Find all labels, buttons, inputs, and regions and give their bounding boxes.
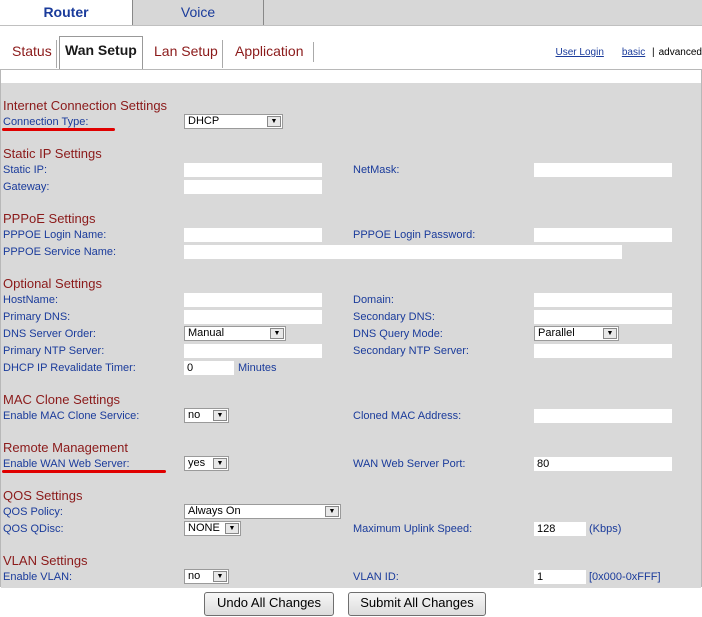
chevron-down-icon: ▼ bbox=[213, 571, 227, 582]
remote-section-title: Remote Management bbox=[3, 440, 129, 455]
mac-clone-section-title: MAC Clone Settings bbox=[3, 392, 121, 407]
max-uplink-input[interactable]: 128 bbox=[534, 522, 586, 536]
dhcp-revalidate-input[interactable]: 0 bbox=[184, 361, 234, 375]
vlan-enable-label: Enable VLAN: bbox=[3, 571, 73, 583]
tab-router[interactable]: Router bbox=[0, 0, 132, 25]
primary-ntp-label: Primary NTP Server: bbox=[3, 345, 105, 357]
mac-clone-enable-select[interactable]: no ▼ bbox=[184, 408, 229, 423]
advanced-link[interactable]: advanced bbox=[659, 47, 702, 58]
chevron-down-icon: ▼ bbox=[267, 116, 281, 127]
pppoe-login-password-input[interactable] bbox=[534, 228, 672, 242]
cloned-mac-label: Cloned MAC Address: bbox=[353, 410, 462, 422]
pppoe-section-title: PPPoE Settings bbox=[3, 211, 96, 226]
tab-voice[interactable]: Voice bbox=[132, 0, 264, 25]
dns-query-mode-select[interactable]: Parallel ▼ bbox=[534, 326, 619, 341]
hostname-input[interactable] bbox=[184, 293, 322, 307]
dhcp-revalidate-label: DHCP IP Revalidate Timer: bbox=[3, 362, 136, 374]
pppoe-service-name-input[interactable] bbox=[184, 245, 622, 259]
chevron-down-icon: ▼ bbox=[603, 328, 617, 339]
qos-policy-label: QOS Policy: bbox=[3, 506, 63, 518]
user-login-link[interactable]: User Login bbox=[556, 47, 604, 58]
secondary-ntp-label: Secondary NTP Server: bbox=[353, 345, 469, 357]
vlan-id-label: VLAN ID: bbox=[353, 571, 399, 583]
pppoe-login-password-label: PPPOE Login Password: bbox=[353, 229, 476, 241]
dns-server-order-select[interactable]: Manual ▼ bbox=[184, 326, 286, 341]
chevron-down-icon: ▼ bbox=[225, 523, 239, 534]
tab-lan-setup[interactable]: Lan Setup bbox=[150, 40, 223, 68]
gateway-label: Gateway: bbox=[3, 181, 50, 193]
chevron-down-icon: ▼ bbox=[325, 506, 339, 517]
tab-divider bbox=[313, 42, 314, 62]
annotation-underline bbox=[2, 470, 166, 473]
connection-type-select[interactable]: DHCP ▼ bbox=[184, 114, 283, 129]
qos-qdisc-select[interactable]: NONE ▼ bbox=[184, 521, 241, 536]
domain-input[interactable] bbox=[534, 293, 672, 307]
mac-clone-enable-label: Enable MAC Clone Service: bbox=[3, 410, 140, 422]
undo-all-changes-button[interactable]: Undo All Changes bbox=[204, 592, 334, 616]
dns-server-order-label: DNS Server Order: bbox=[3, 328, 96, 340]
static-ip-input[interactable] bbox=[184, 163, 322, 177]
max-uplink-label: Maximum Uplink Speed: bbox=[353, 523, 473, 535]
basic-link[interactable]: basic bbox=[622, 47, 645, 58]
static-ip-section-title: Static IP Settings bbox=[3, 146, 102, 161]
chevron-down-icon: ▼ bbox=[213, 410, 227, 421]
static-ip-label: Static IP: bbox=[3, 164, 48, 176]
max-uplink-unit: (Kbps) bbox=[589, 523, 622, 535]
vlan-id-input[interactable]: 1 bbox=[534, 570, 586, 584]
qos-policy-select[interactable]: Always On ▼ bbox=[184, 504, 341, 519]
vlan-id-range: [0x000-0xFFF] bbox=[589, 571, 661, 583]
wan-web-server-select[interactable]: yes ▼ bbox=[184, 456, 229, 471]
tab-application[interactable]: Application bbox=[231, 40, 308, 68]
connection-type-label: Connection Type: bbox=[3, 116, 89, 128]
subtab-bar: Status Wan Setup Lan Setup Application U… bbox=[0, 25, 702, 70]
qos-section-title: QOS Settings bbox=[3, 488, 83, 503]
annotation-underline bbox=[2, 128, 115, 131]
submit-all-changes-button[interactable]: Submit All Changes bbox=[348, 592, 486, 616]
pppoe-service-name-label: PPPOE Service Name: bbox=[3, 246, 117, 258]
tab-bar-filler bbox=[264, 0, 702, 25]
primary-dns-label: Primary DNS: bbox=[3, 311, 71, 323]
tab-status[interactable]: Status bbox=[8, 40, 57, 68]
domain-label: Domain: bbox=[353, 294, 394, 306]
secondary-dns-label: Secondary DNS: bbox=[353, 311, 435, 323]
netmask-input[interactable] bbox=[534, 163, 672, 177]
pppoe-login-name-label: PPPOE Login Name: bbox=[3, 229, 107, 241]
top-tab-bar: Router Voice bbox=[0, 0, 702, 25]
qos-qdisc-label: QOS QDisc: bbox=[3, 523, 64, 535]
secondary-ntp-input[interactable] bbox=[534, 344, 672, 358]
pppoe-login-name-input[interactable] bbox=[184, 228, 322, 242]
chevron-down-icon: ▼ bbox=[213, 458, 227, 469]
vlan-enable-select[interactable]: no ▼ bbox=[184, 569, 229, 584]
tab-wan-setup[interactable]: Wan Setup bbox=[59, 36, 143, 70]
wan-web-port-input[interactable]: 80 bbox=[534, 457, 672, 471]
wan-web-port-label: WAN Web Server Port: bbox=[353, 458, 466, 470]
link-separator: | bbox=[652, 47, 655, 58]
dns-query-mode-label: DNS Query Mode: bbox=[353, 328, 443, 340]
gateway-input[interactable] bbox=[184, 180, 322, 194]
optional-section-title: Optional Settings bbox=[3, 276, 103, 291]
mode-links: User Login basic | advanced bbox=[556, 47, 702, 58]
dhcp-revalidate-unit: Minutes bbox=[238, 362, 277, 374]
cloned-mac-input[interactable] bbox=[534, 409, 672, 423]
wan-web-server-label: Enable WAN Web Server: bbox=[3, 458, 130, 470]
netmask-label: NetMask: bbox=[353, 164, 400, 176]
primary-ntp-input[interactable] bbox=[184, 344, 322, 358]
primary-dns-input[interactable] bbox=[184, 310, 322, 324]
secondary-dns-input[interactable] bbox=[534, 310, 672, 324]
internet-section-title: Internet Connection Settings bbox=[3, 98, 168, 113]
vlan-section-title: VLAN Settings bbox=[3, 553, 88, 568]
chevron-down-icon: ▼ bbox=[270, 328, 284, 339]
hostname-label: HostName: bbox=[3, 294, 59, 306]
